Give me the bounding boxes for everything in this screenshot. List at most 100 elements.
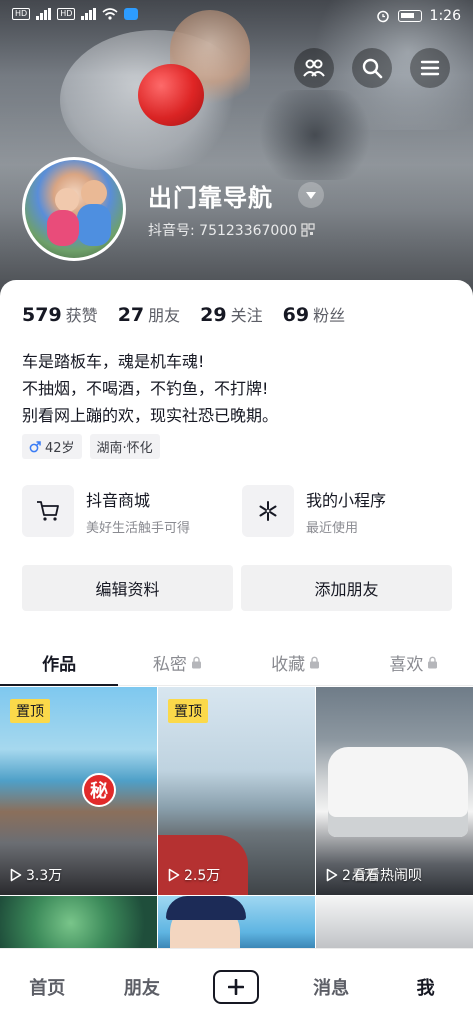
- view-count-text: 3.3万: [26, 868, 63, 884]
- battery-icon: [397, 10, 422, 22]
- cover-caption: 看看热闹呗: [352, 868, 422, 884]
- view-count: 3.3万: [10, 865, 62, 885]
- service-title: 我的小程序: [306, 490, 387, 510]
- nav-messages[interactable]: 消息: [284, 974, 379, 1000]
- status-bar: HD HD 1:26: [0, 0, 473, 34]
- play-icon: [168, 868, 180, 882]
- status-time: 1:26: [429, 8, 461, 24]
- bio-line: 不抽烟，不喝酒，不钓鱼，不打牌!: [22, 379, 269, 398]
- hd-icon: HD: [12, 8, 31, 20]
- age-text: 42岁: [45, 441, 75, 456]
- stat-label: 朋友: [148, 306, 181, 325]
- wifi-icon: [102, 8, 118, 20]
- profile-actions: 编辑资料 添加朋友: [22, 565, 452, 611]
- friends-icon: [303, 59, 325, 77]
- menu-icon: [420, 60, 440, 76]
- tab-private[interactable]: 私密: [118, 640, 236, 685]
- pinned-badge: 置顶: [10, 699, 50, 723]
- bio-line: 别看网上蹦的欢，现实社恐已晚期。: [22, 406, 279, 425]
- nav-create[interactable]: [189, 969, 284, 1004]
- hd-icon: HD: [57, 8, 76, 20]
- stat-label: 关注: [230, 306, 263, 325]
- play-icon: [326, 868, 338, 882]
- nav-me[interactable]: 我: [378, 974, 473, 1000]
- qr-code-icon[interactable]: [301, 223, 315, 237]
- view-count-text: 2.5万: [184, 868, 221, 884]
- content-tabs: 作品 私密 收藏 喜欢: [0, 640, 473, 686]
- profile-bio[interactable]: 车是踏板车，魂是机车魂! 不抽烟，不喝酒，不钓鱼，不打牌! 别看网上蹦的欢，现实…: [22, 348, 278, 429]
- tab-works[interactable]: 作品: [0, 640, 119, 686]
- avatar-detail: [81, 180, 107, 206]
- avatar[interactable]: [22, 157, 126, 261]
- tab-likes[interactable]: 喜欢: [355, 640, 473, 685]
- cart-icon: [22, 485, 74, 537]
- pinned-badge: 置顶: [168, 699, 208, 723]
- avatar-detail: [77, 204, 111, 246]
- stat-label: 获赞: [65, 306, 98, 325]
- stat-number: 27: [117, 304, 145, 326]
- caret-down-icon: [306, 191, 316, 199]
- avatar-detail: [55, 188, 79, 212]
- signal-icon: [36, 8, 52, 20]
- cover-photo-detail: [166, 896, 246, 920]
- tab-favorites[interactable]: 收藏: [237, 640, 355, 685]
- alarm-icon: [376, 10, 389, 23]
- video-grid: 秘 置顶 3.3万 置顶 2.5万 2.0万 看看热闹呗: [0, 687, 473, 956]
- stat-followers[interactable]: 69 粉丝: [283, 302, 345, 326]
- stat-following[interactable]: 29 关注: [200, 302, 262, 326]
- stat-label: 粉丝: [313, 306, 346, 325]
- service-title: 抖音商城: [86, 490, 151, 510]
- tab-label: 收藏: [271, 655, 306, 675]
- stat-likes[interactable]: 579 获赞: [22, 302, 98, 326]
- view-count: 2.5万: [168, 865, 220, 885]
- play-icon: [10, 868, 22, 882]
- stat-number: 69: [282, 304, 310, 326]
- avatar-detail: [47, 210, 79, 246]
- tab-label: 私密: [152, 655, 187, 675]
- location-tag: 湖南·怀化: [89, 434, 160, 459]
- douyin-id[interactable]: 抖音号: 75123367000: [148, 220, 315, 240]
- friends-button[interactable]: [294, 48, 334, 88]
- menu-button[interactable]: [410, 48, 450, 88]
- service-entries: 抖音商城 美好生活触手可得 我的小程序 最近使用: [22, 485, 452, 537]
- lock-icon: [191, 656, 201, 669]
- video-thumbnail[interactable]: 2.0万 看看热闹呗: [316, 687, 473, 895]
- edit-profile-button[interactable]: 编辑资料: [22, 565, 233, 611]
- stat-number: 29: [200, 304, 227, 326]
- tab-label: 喜欢: [389, 655, 424, 675]
- mini-program-icon: [242, 485, 294, 537]
- cover-sign: 秘: [82, 773, 116, 807]
- search-button[interactable]: [352, 48, 392, 88]
- lock-icon: [428, 656, 438, 669]
- shop-entry[interactable]: 抖音商城 美好生活触手可得: [22, 485, 232, 537]
- nav-home[interactable]: 首页: [0, 974, 95, 1000]
- male-icon: [29, 440, 41, 452]
- profile-tags: 42岁 湖南·怀化: [22, 434, 160, 459]
- cover-photo-detail: [328, 747, 468, 837]
- search-icon: [362, 58, 383, 79]
- video-thumbnail[interactable]: [0, 896, 157, 956]
- nav-friends[interactable]: 朋友: [95, 974, 190, 1000]
- stat-friends[interactable]: 27 朋友: [118, 302, 180, 326]
- add-friend-button[interactable]: 添加朋友: [241, 565, 452, 611]
- stat-number: 579: [22, 304, 62, 326]
- bottom-nav: 首页 朋友 消息 我: [0, 948, 473, 1024]
- mini-program-entry[interactable]: 我的小程序 最近使用: [242, 485, 452, 537]
- service-subtitle: 美好生活触手可得: [86, 520, 191, 536]
- age-tag: 42岁: [22, 434, 82, 459]
- account-switch-button[interactable]: [298, 182, 324, 208]
- lock-icon: [310, 656, 320, 669]
- video-thumbnail[interactable]: [316, 896, 473, 956]
- video-thumbnail[interactable]: [158, 896, 315, 956]
- profile-nickname[interactable]: 出门靠导航: [148, 178, 273, 213]
- service-subtitle: 最近使用: [306, 520, 359, 536]
- location-text: 湖南·怀化: [96, 441, 153, 456]
- video-thumbnail[interactable]: 秘 置顶 3.3万: [0, 687, 157, 895]
- video-thumbnail[interactable]: 置顶 2.5万: [158, 687, 315, 895]
- signal-icon: [81, 8, 97, 20]
- bio-line: 车是踏板车，魂是机车魂!: [22, 352, 205, 371]
- tab-label: 作品: [42, 655, 77, 675]
- plus-icon: [213, 969, 260, 1004]
- app-notification-icon: [124, 8, 139, 20]
- profile-stats: 579 获赞 27 朋友 29 关注 69 粉丝: [22, 302, 345, 326]
